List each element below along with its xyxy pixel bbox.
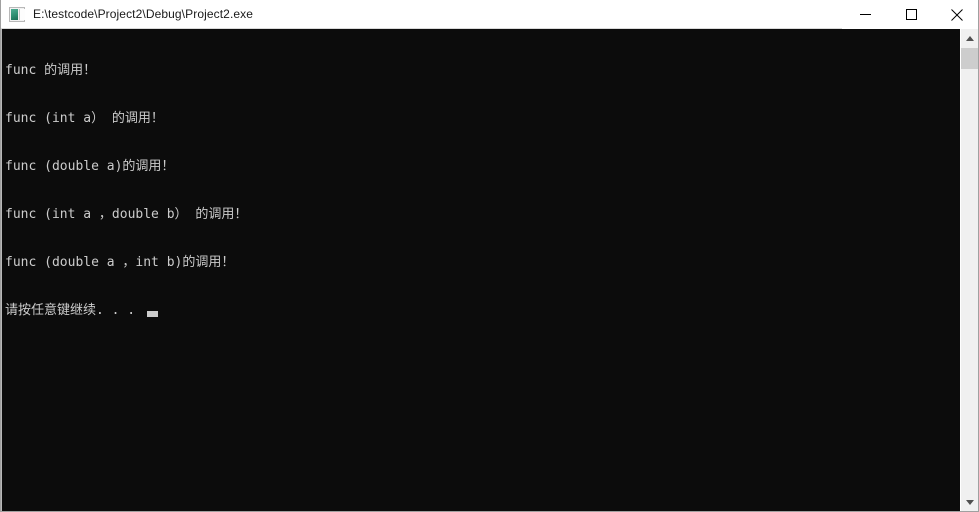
scrollbar-up-button[interactable]: [961, 29, 978, 47]
window-controls: [842, 0, 978, 29]
console-line: func (double a ，int b)的调用！: [5, 255, 235, 270]
console-line: func 的调用！: [5, 63, 97, 78]
chevron-down-icon: [965, 499, 974, 505]
console-line: func (int a） 的调用！: [5, 111, 164, 126]
console-prompt-line: 请按任意键继续. . .: [5, 303, 247, 319]
console-output-area[interactable]: func 的调用！ func (int a） 的调用！ func (double…: [1, 29, 962, 511]
console-window: E:\testcode\Project2\Debug\Project2.exe: [0, 0, 979, 512]
window-title: E:\testcode\Project2\Debug\Project2.exe: [33, 6, 254, 21]
console-text-block: func 的调用！ func (int a） 的调用！ func (double…: [5, 31, 247, 351]
title-bar[interactable]: E:\testcode\Project2\Debug\Project2.exe: [1, 0, 978, 29]
console-app-icon: [9, 6, 25, 22]
scrollbar-down-button[interactable]: [961, 493, 978, 511]
chevron-up-icon: [965, 35, 974, 41]
vertical-scrollbar[interactable]: [960, 29, 978, 511]
console-line: func (int a ，double b） 的调用！: [5, 207, 248, 222]
minimize-button[interactable]: [842, 0, 888, 29]
block-cursor: [146, 311, 158, 317]
maximize-button[interactable]: [888, 0, 934, 29]
maximize-icon: [905, 9, 917, 20]
console-line: func (double a)的调用！: [5, 159, 175, 174]
scrollbar-thumb[interactable]: [961, 48, 978, 69]
close-button[interactable]: [934, 0, 978, 29]
minimize-icon: [859, 14, 871, 15]
close-icon: [951, 8, 963, 21]
press-any-key-prompt: 请按任意键继续. . .: [5, 303, 143, 318]
